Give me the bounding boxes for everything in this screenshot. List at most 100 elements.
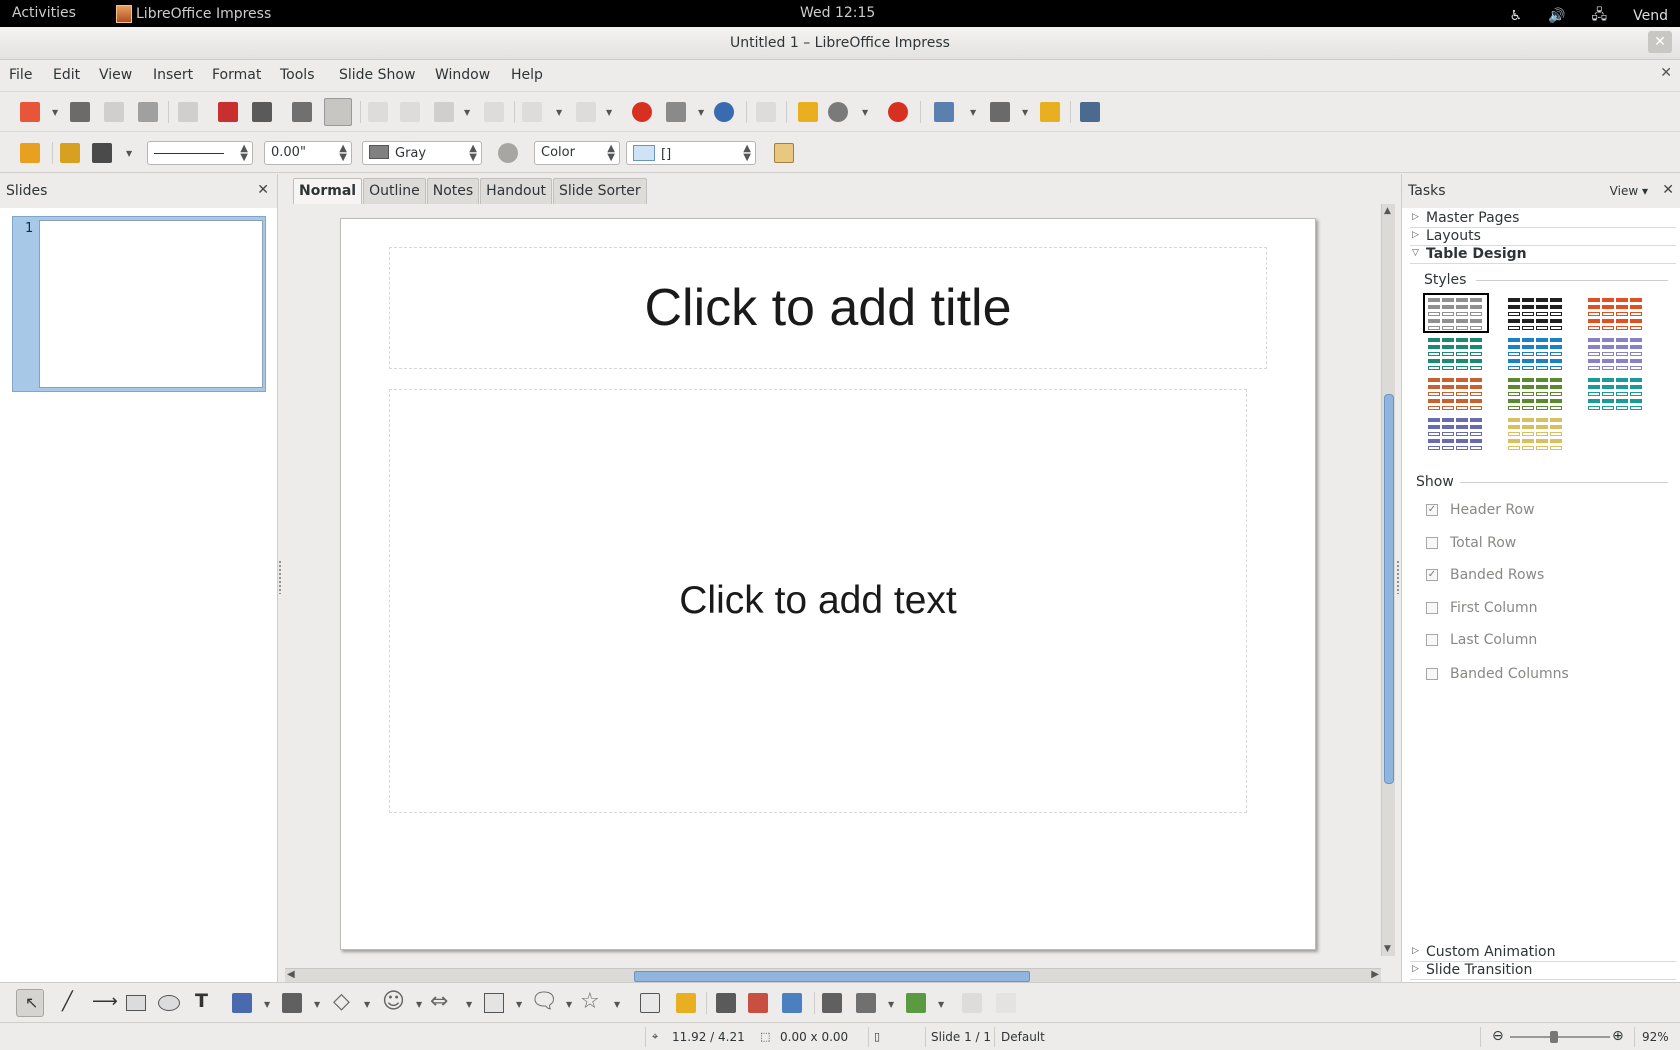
option-first-column[interactable]: First Column <box>1426 600 1538 616</box>
align-icon[interactable] <box>856 993 876 1013</box>
pan-icon[interactable] <box>798 102 818 122</box>
display-views-dropdown-icon[interactable]: ▼ <box>970 108 976 117</box>
vertical-scrollbar[interactable]: ▲ ▼ <box>1381 204 1395 956</box>
line-tool-icon[interactable]: ╱ <box>62 991 73 1012</box>
line-color-select[interactable]: Gray ▲ ▼ <box>362 141 482 165</box>
horizontal-scroll-thumb[interactable] <box>634 971 1030 982</box>
arrange-dropdown-icon[interactable]: ▼ <box>938 1000 944 1009</box>
undo-icon[interactable] <box>522 102 542 122</box>
slides-pane-close-icon[interactable]: ✕ <box>257 182 269 198</box>
table-style-swatch[interactable] <box>1426 416 1486 450</box>
menu-help[interactable]: Help <box>511 67 543 83</box>
print-icon[interactable] <box>252 102 272 122</box>
slide-design-icon[interactable] <box>1040 102 1060 122</box>
scroll-up-icon[interactable]: ▲ <box>1384 206 1391 216</box>
zoom-out-icon[interactable]: ⊖ <box>1492 1028 1504 1044</box>
shadow-icon[interactable] <box>774 143 794 163</box>
paste-dropdown-icon[interactable]: ▼ <box>464 108 470 117</box>
banded-rows-checkbox[interactable]: ✓ <box>1426 569 1438 581</box>
basic-shapes-dropdown-icon[interactable]: ▼ <box>364 1000 370 1009</box>
copy-icon[interactable] <box>400 102 420 122</box>
window-titlebar[interactable]: Untitled 1 – LibreOffice Impress ✕ <box>0 27 1680 60</box>
section-slide-transition[interactable]: ▷ Slide Transition <box>1410 962 1676 980</box>
from-file-icon[interactable] <box>748 993 768 1013</box>
autospellcheck-icon[interactable] <box>324 98 352 126</box>
tab-handout[interactable]: Handout <box>480 178 552 204</box>
new-dropdown-icon[interactable]: ▼ <box>52 108 58 117</box>
menu-insert[interactable]: Insert <box>153 67 193 83</box>
option-banded-rows[interactable]: ✓ Banded Rows <box>1426 567 1544 583</box>
first-column-checkbox[interactable] <box>1426 602 1438 614</box>
menu-view[interactable]: View <box>99 67 132 83</box>
menu-slide-show[interactable]: Slide Show <box>339 67 415 83</box>
slide[interactable]: Click to add title Click to add text <box>340 218 1316 950</box>
curve-tool-icon[interactable] <box>232 993 252 1013</box>
redo-icon[interactable] <box>576 102 596 122</box>
stars-dropdown-icon[interactable]: ▼ <box>614 1000 620 1009</box>
arrange-icon[interactable] <box>906 993 926 1013</box>
ellipse-tool-icon[interactable] <box>158 995 180 1011</box>
section-table-design[interactable]: ▽ Table Design <box>1410 246 1676 264</box>
arrow-line-tool-icon[interactable]: ⟶ <box>92 991 118 1012</box>
zoom-in-icon[interactable]: ⊕ <box>1612 1028 1624 1044</box>
tasks-pane-close-icon[interactable]: ✕ <box>1662 182 1674 198</box>
activities-button[interactable]: Activities <box>12 5 76 21</box>
line-icon[interactable] <box>60 143 80 163</box>
volume-icon[interactable]: 🔊 <box>1548 8 1565 24</box>
option-banded-columns[interactable]: Banded Columns <box>1426 666 1569 682</box>
document-modified-icon[interactable]: ▯ <box>874 1030 880 1043</box>
app-menu[interactable]: LibreOffice Impress <box>116 5 271 23</box>
table-icon[interactable] <box>666 102 686 122</box>
save-icon[interactable] <box>104 102 124 122</box>
gallery-icon[interactable] <box>782 993 802 1013</box>
section-layouts[interactable]: ▷ Layouts <box>1410 228 1676 246</box>
menu-file[interactable]: File <box>9 67 32 83</box>
table-style-swatch[interactable] <box>1506 416 1566 450</box>
clock[interactable]: Wed 12:15 <box>800 5 875 21</box>
help-icon[interactable] <box>888 102 908 122</box>
edit-file-icon[interactable] <box>178 102 198 122</box>
flowchart-dropdown-icon[interactable]: ▼ <box>516 1000 522 1009</box>
area-fill-icon[interactable] <box>498 143 518 163</box>
hyperlink-icon[interactable] <box>714 102 734 122</box>
points-icon[interactable] <box>640 993 660 1013</box>
tasks-view-menu[interactable]: View ▾ <box>1610 184 1648 198</box>
align-dropdown-icon[interactable]: ▼ <box>888 1000 894 1009</box>
glue-points-icon[interactable] <box>676 993 696 1013</box>
zoom-dropdown-icon[interactable]: ▼ <box>862 108 868 117</box>
style-icon[interactable] <box>20 143 40 163</box>
stars-icon[interactable]: ☆ <box>580 989 600 1014</box>
callouts-dropdown-icon[interactable]: ▼ <box>566 1000 572 1009</box>
table-style-swatch[interactable] <box>1506 296 1566 330</box>
document-close-icon[interactable]: ✕ <box>1660 65 1672 81</box>
master-page-name[interactable]: Default <box>1001 1030 1045 1044</box>
spelling-icon[interactable] <box>292 102 312 122</box>
clone-formatting-icon[interactable] <box>484 102 504 122</box>
new-document-icon[interactable] <box>20 102 40 122</box>
option-total-row[interactable]: Total Row <box>1426 535 1516 551</box>
scroll-right-icon[interactable]: ▶ <box>1371 969 1379 980</box>
email-icon[interactable] <box>138 102 158 122</box>
body-placeholder[interactable]: Click to add text <box>389 389 1247 813</box>
symbol-shapes-icon[interactable]: ☺ <box>382 989 405 1014</box>
arrow-style-icon[interactable] <box>92 143 112 163</box>
zoom-icon[interactable] <box>828 102 848 122</box>
network-icon[interactable]: 🖧 <box>1592 4 1608 28</box>
slide-canvas[interactable]: Click to add title Click to add text <box>285 204 1381 956</box>
section-master-pages[interactable]: ▷ Master Pages <box>1410 210 1676 228</box>
paste-icon[interactable] <box>434 102 454 122</box>
arrow-style-dropdown-icon[interactable]: ▼ <box>126 149 132 158</box>
effects-icon[interactable] <box>822 993 842 1013</box>
table-style-swatch[interactable] <box>1426 336 1486 370</box>
tab-slide-sorter[interactable]: Slide Sorter <box>552 178 647 204</box>
last-column-checkbox[interactable] <box>1426 634 1438 646</box>
connector-dropdown-icon[interactable]: ▼ <box>314 1000 320 1009</box>
block-arrows-dropdown-icon[interactable]: ▼ <box>466 1000 472 1009</box>
slide-thumbnail[interactable]: 1 <box>12 216 266 392</box>
cut-icon[interactable] <box>368 102 388 122</box>
select-tool[interactable]: ↖ <box>16 989 44 1017</box>
display-views-icon[interactable] <box>934 102 954 122</box>
horizontal-scrollbar[interactable]: ◀ ▶ <box>285 968 1381 982</box>
line-style-select[interactable]: ▲ ▼ <box>147 141 253 165</box>
symbol-shapes-dropdown-icon[interactable]: ▼ <box>416 1000 422 1009</box>
